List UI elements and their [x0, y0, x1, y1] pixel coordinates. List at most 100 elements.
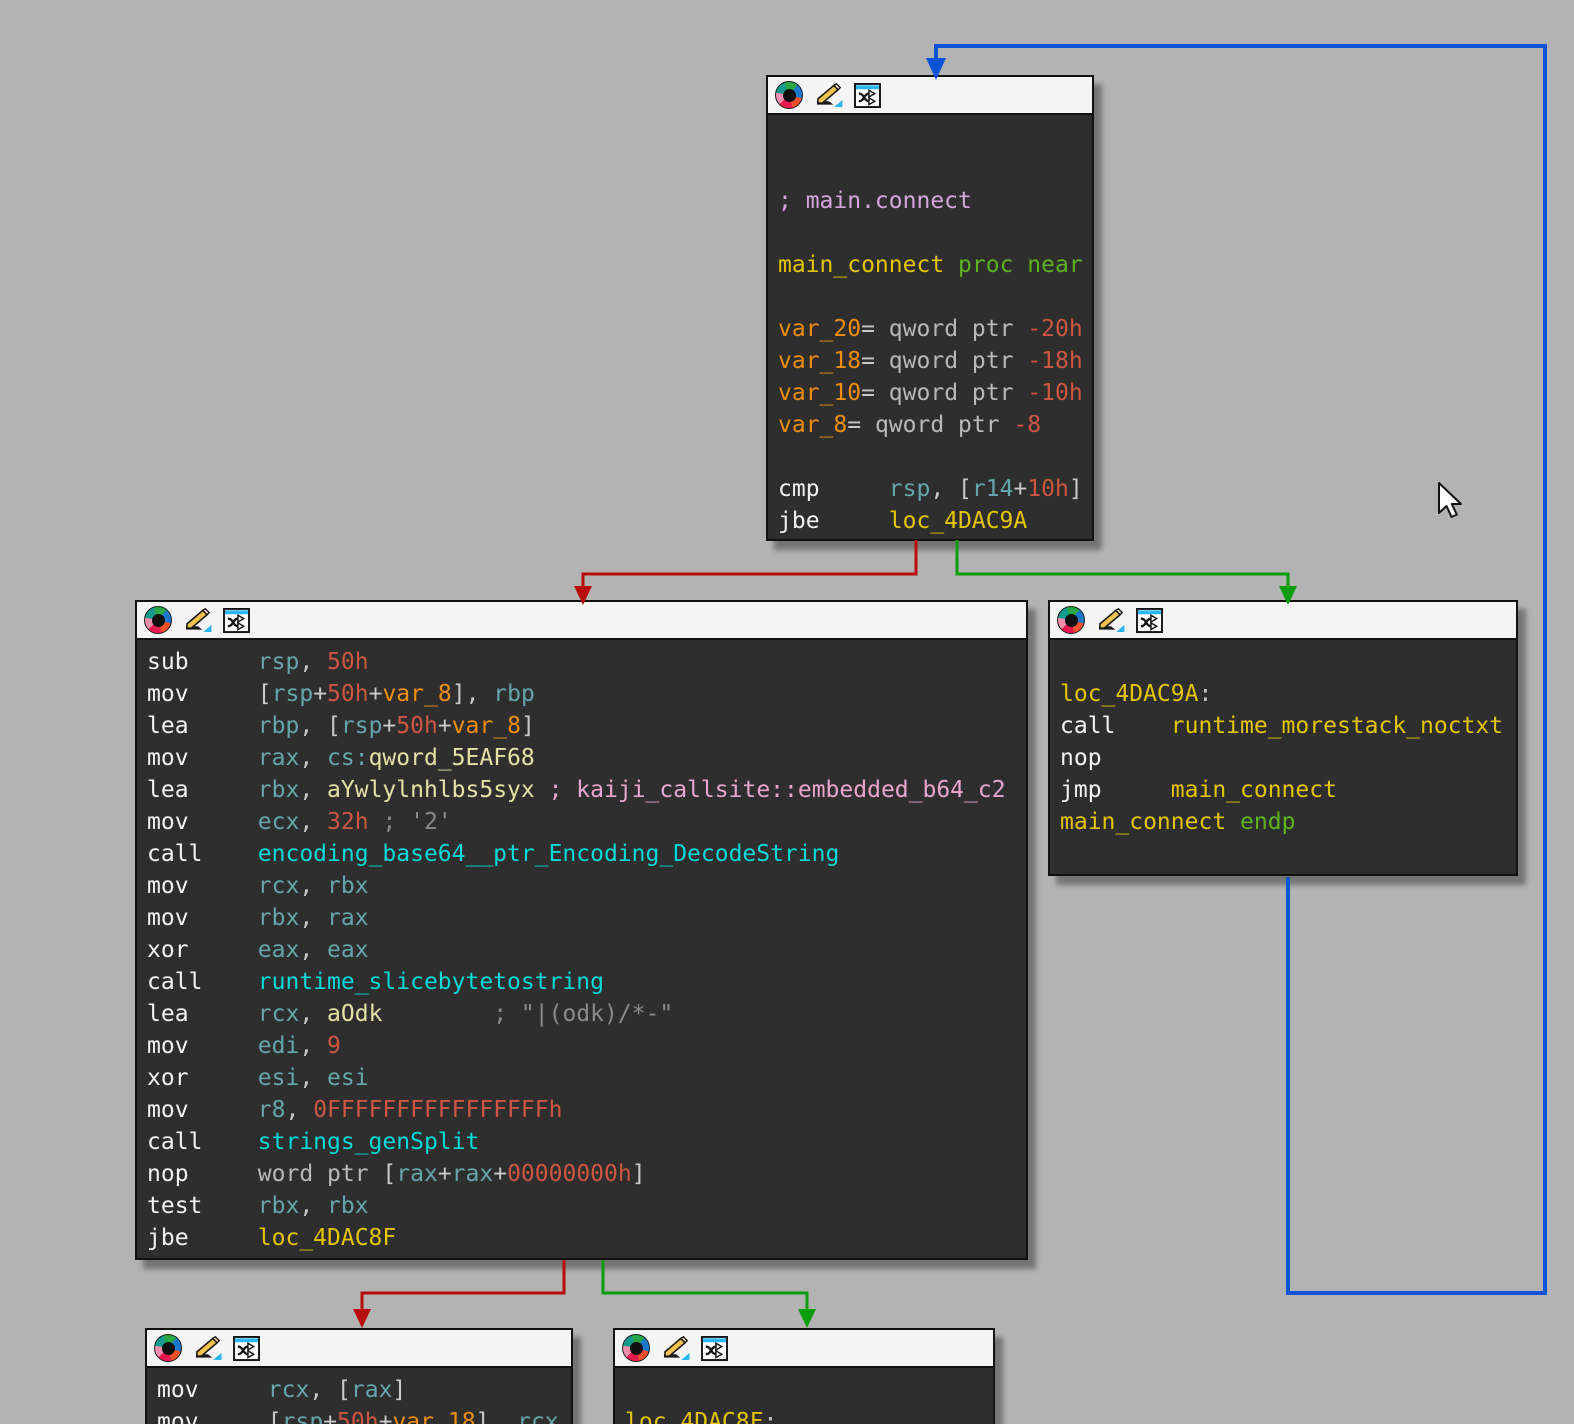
graph-canvas[interactable]: ; main.connect main_connect proc near va…	[0, 0, 1574, 1424]
asm-token-punct: [	[267, 1409, 282, 1424]
asm-token-punct: [	[382, 1161, 397, 1187]
asm-line[interactable]: jbe loc_4DAC9A	[778, 505, 1092, 537]
asm-token-mn: xor	[147, 1065, 258, 1091]
asm-line[interactable]: sub rsp, 50h	[147, 646, 1026, 678]
shuffle-icon[interactable]	[223, 607, 250, 633]
asm-line[interactable]: mov edi, 9	[147, 1030, 1026, 1062]
asm-token-mn: nop	[1060, 745, 1102, 771]
basic-block-loc-4DAC9A[interactable]: loc_4DAC9A: call runtime_morestack_noctxt…	[1048, 600, 1518, 876]
asm-token-punct: , [	[309, 1377, 351, 1403]
asm-line[interactable]	[625, 1374, 993, 1406]
basic-block-fallthrough[interactable]: sub rsp, 50h mov [rsp+50h+var_8], rbp lea …	[135, 600, 1028, 1260]
asm-token-reg: rsp	[340, 713, 383, 739]
asm-line[interactable]: jbe loc_4DAC8F	[147, 1222, 1026, 1254]
asm-line[interactable]: call runtime_morestack_noctxt	[1060, 710, 1516, 742]
edge-b1-to-b4-arrowhead	[798, 1309, 816, 1328]
asm-line[interactable]: mov rbx, rax	[147, 902, 1026, 934]
asm-token-var: var_10	[778, 380, 862, 406]
asm-token-punct: :	[763, 1409, 778, 1424]
shuffle-icon[interactable]	[233, 1335, 260, 1361]
asm-token-func: strings_genSplit	[257, 1129, 480, 1155]
asm-line[interactable]: loc_4DAC9A:	[1060, 678, 1516, 710]
color-wheel-icon[interactable]	[154, 1334, 182, 1362]
asm-token-reg: eax	[257, 937, 300, 963]
asm-line[interactable]: call runtime_slicebytetostring	[147, 966, 1026, 998]
asm-line[interactable]: mov rcx, [rax]	[157, 1374, 571, 1406]
edit-icon[interactable]	[1096, 607, 1125, 633]
color-wheel-icon[interactable]	[1057, 606, 1085, 634]
shuffle-icon[interactable]	[1136, 607, 1163, 633]
asm-line[interactable]	[778, 153, 1092, 185]
edit-icon[interactable]	[814, 82, 843, 108]
asm-line[interactable]: lea rcx, aOdk ; "|(odk)/*-"	[147, 998, 1026, 1030]
shuffle-icon[interactable]	[701, 1335, 728, 1361]
basic-block-entry[interactable]: ; main.connect main_connect proc near va…	[766, 75, 1094, 541]
asm-line[interactable]: mov [rsp+50h+var_8], rbp	[147, 678, 1026, 710]
asm-line[interactable]: var_18= qword ptr -18h	[778, 345, 1092, 377]
asm-line[interactable]: ; main.connect	[778, 185, 1092, 217]
color-wheel-icon[interactable]	[144, 606, 172, 634]
color-wheel-icon[interactable]	[775, 81, 803, 109]
asm-token-punct: , [	[930, 476, 972, 502]
asm-token-label: runtime_morestack_noctxt	[1170, 713, 1504, 739]
asm-line[interactable]: lea rbp, [rsp+50h+var_8]	[147, 710, 1026, 742]
asm-line[interactable]: cmp rsp, [r14+10h]	[778, 473, 1092, 505]
asm-token-var: var_8	[451, 713, 521, 739]
edge-entry-to-b1	[581, 540, 918, 588]
asm-line[interactable]: mov rcx, rbx	[147, 870, 1026, 902]
asm-line[interactable]	[778, 441, 1092, 473]
asm-line[interactable]: var_20= qword ptr -20h	[778, 313, 1092, 345]
block-titlebar[interactable]	[768, 77, 1092, 115]
block-titlebar[interactable]	[615, 1330, 993, 1368]
asm-token-green: proc near	[958, 252, 1083, 278]
asm-token-punct: ]	[631, 1161, 646, 1187]
asm-token-label: loc_4DAC9A	[1060, 681, 1199, 707]
color-wheel-icon[interactable]	[622, 1334, 650, 1362]
asm-token-punct: ,	[299, 745, 328, 771]
asm-line[interactable]: nop word ptr [rax+rax+00000000h]	[147, 1158, 1026, 1190]
asm-line[interactable]: mov r8, 0FFFFFFFFFFFFFFFFh	[147, 1094, 1026, 1126]
asm-token-reg: rsp	[888, 476, 931, 502]
asm-line[interactable]: jmp main_connect	[1060, 774, 1516, 806]
asm-line[interactable]: mov rax, cs:qword_5EAF68	[147, 742, 1026, 774]
asm-token-reg: esi	[327, 1065, 369, 1091]
shuffle-icon[interactable]	[854, 82, 881, 108]
asm-token-num: 0FFFFFFFFFFFFFFFFh	[313, 1097, 563, 1123]
asm-line[interactable]: var_10= qword ptr -10h	[778, 377, 1092, 409]
asm-token-num: 50h	[327, 649, 369, 675]
asm-line[interactable]	[778, 217, 1092, 249]
asm-line[interactable]: var_8= qword ptr -8	[778, 409, 1092, 441]
asm-line[interactable]: main_connect proc near	[778, 249, 1092, 281]
asm-line[interactable]: main_connect endp	[1060, 806, 1516, 838]
asm-line[interactable]: xor eax, eax	[147, 934, 1026, 966]
asm-line[interactable]: lea rbx, aYwlylnhlbs5syx ; kaiji_callsit…	[147, 774, 1026, 806]
block-titlebar[interactable]	[1050, 602, 1516, 640]
asm-token-reg: rax	[451, 1161, 494, 1187]
asm-token-kw: qword ptr	[874, 348, 1028, 374]
basic-block-bottom-left[interactable]: mov rcx, [rax] mov [rsp+50h+var_18], rcx	[145, 1328, 573, 1424]
block-titlebar[interactable]	[147, 1330, 571, 1368]
edit-icon[interactable]	[193, 1335, 222, 1361]
asm-line[interactable]: call strings_genSplit	[147, 1126, 1026, 1158]
asm-line[interactable]: xor esi, esi	[147, 1062, 1026, 1094]
asm-token-reg: r8	[257, 1097, 286, 1123]
asm-line[interactable]	[1060, 646, 1516, 678]
asm-line[interactable]: nop	[1060, 742, 1516, 774]
asm-line[interactable]: loc_4DAC8F:	[625, 1406, 993, 1424]
asm-line[interactable]: test rbx, rbx	[147, 1190, 1026, 1222]
asm-line[interactable]: mov ecx, 32h ; '2'	[147, 806, 1026, 838]
block-titlebar[interactable]	[137, 602, 1026, 640]
asm-token-var: var_20	[778, 316, 862, 342]
asm-token-num: 00000000h	[507, 1161, 632, 1187]
asm-line[interactable]	[778, 281, 1092, 313]
asm-line[interactable]	[778, 121, 1092, 153]
asm-line[interactable]: mov [rsp+50h+var_18], rcx	[157, 1406, 571, 1424]
edit-icon[interactable]	[183, 607, 212, 633]
asm-token-kw: qword ptr	[861, 412, 1014, 438]
asm-line[interactable]: call encoding_base64__ptr_Encoding_Decod…	[147, 838, 1026, 870]
asm-token-punct	[535, 777, 549, 803]
edge-b1-to-b3	[360, 1260, 566, 1311]
asm-token-punct: ,	[299, 905, 328, 931]
edit-icon[interactable]	[661, 1335, 690, 1361]
basic-block-loc-4DAC8F[interactable]: loc_4DAC8F:	[613, 1328, 995, 1424]
